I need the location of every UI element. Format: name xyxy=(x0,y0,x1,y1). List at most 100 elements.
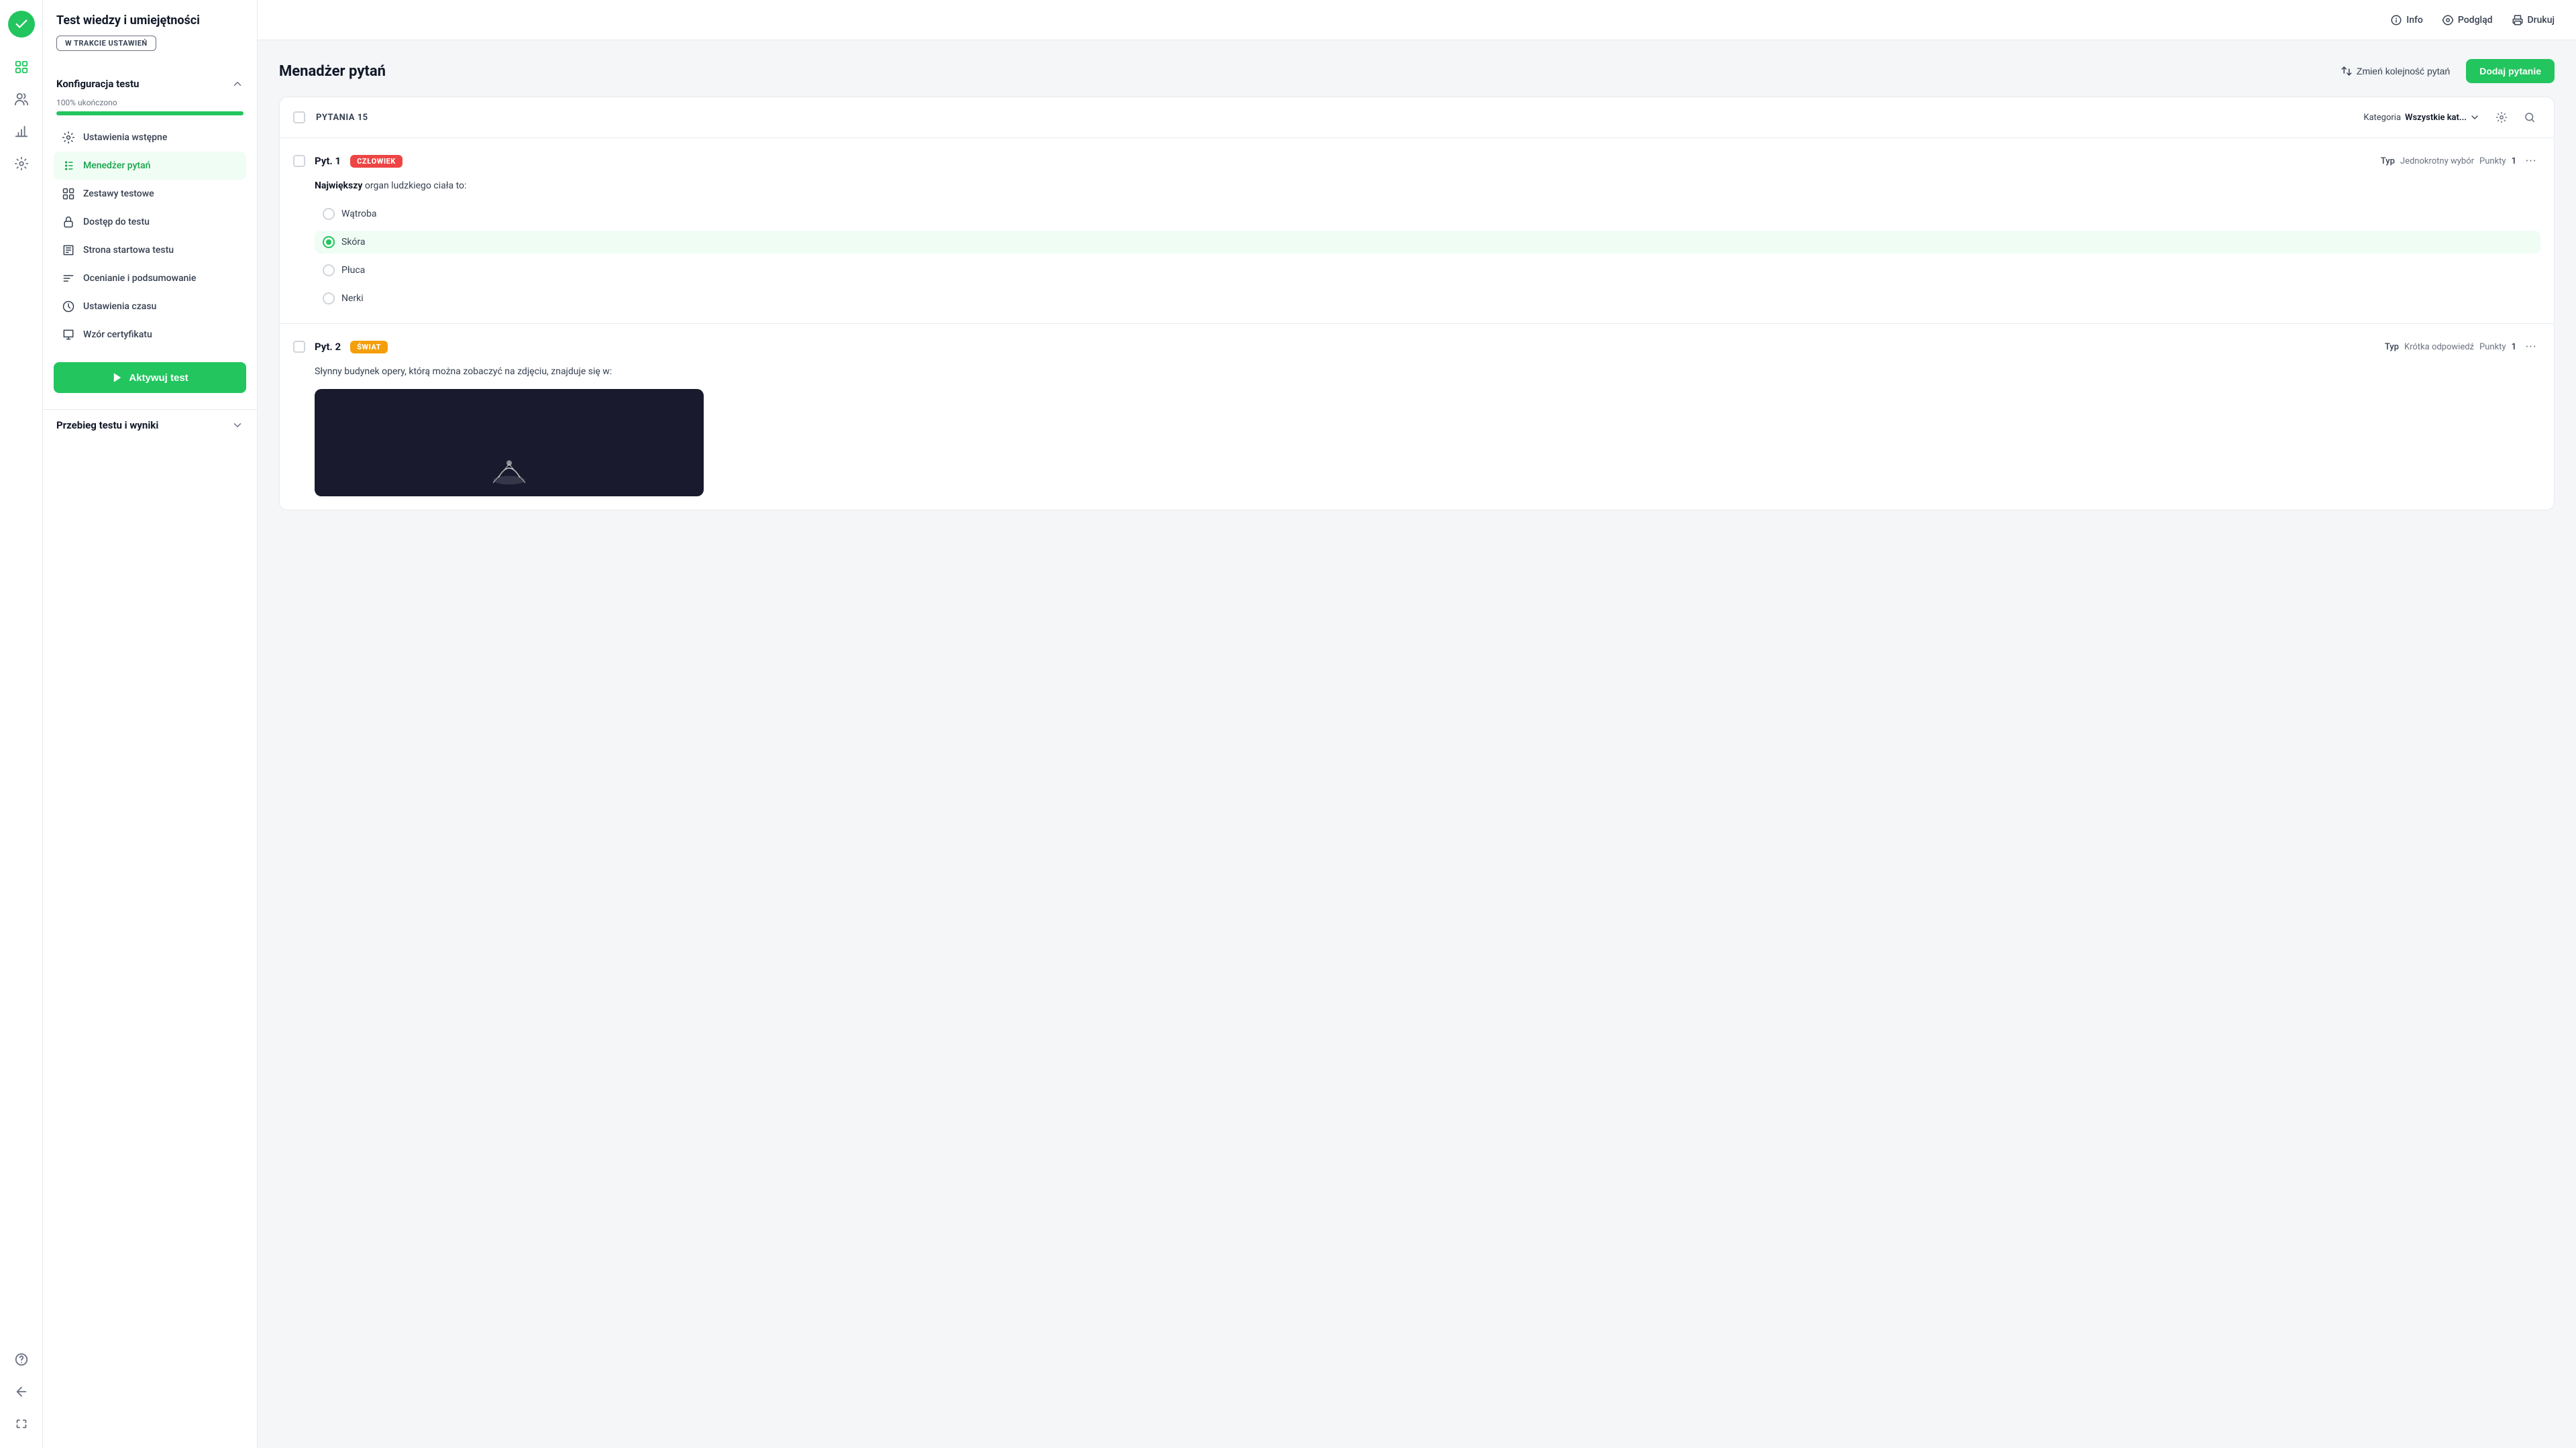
preview-icon xyxy=(2442,14,2454,26)
question-manager-title: Menadżer pytań xyxy=(279,63,386,80)
nav-label-strona-startowa: Strona startowa testu xyxy=(83,245,174,256)
results-section-title: Przebieg testu i wyniki xyxy=(56,419,158,431)
question-points-label-2: Punkty xyxy=(2479,342,2506,352)
help-icon[interactable] xyxy=(8,1346,35,1373)
results-section: Przebieg testu i wyniki xyxy=(43,409,257,441)
chevron-up-icon xyxy=(231,78,244,90)
preview-action[interactable]: Podgląd xyxy=(2442,14,2493,26)
sidebar-item-certyfikat[interactable]: Wzór certyfikatu xyxy=(54,321,246,349)
progress-bar-fill xyxy=(56,111,244,115)
questions-count-label: PYTANIA 15 xyxy=(316,113,2353,123)
question-header-2: Pyt. 2 ŚWIAT Typ Krótka odpowiedź Punkty… xyxy=(293,337,2540,356)
questions-panel: PYTANIA 15 Kategoria Wszystkie kat... xyxy=(279,97,2555,510)
answer-text-1-1: Wątroba xyxy=(341,209,376,219)
sidebar-item-strona-startowa[interactable]: Strona startowa testu xyxy=(54,236,246,264)
chevron-down-icon xyxy=(231,419,244,431)
answer-radio-1-2[interactable] xyxy=(323,236,335,248)
question-points-value-2: 1 xyxy=(2512,342,2516,352)
category-label: Kategoria xyxy=(2363,113,2401,123)
nav-label-menedzer-pytan: Menedżer pytań xyxy=(83,160,150,171)
gear-icon xyxy=(2496,111,2508,123)
question-card-2: Pyt. 2 ŚWIAT Typ Krótka odpowiedź Punkty… xyxy=(280,324,2554,509)
expand-icon[interactable] xyxy=(8,1410,35,1437)
answer-text-1-2: Skóra xyxy=(341,237,365,247)
rail-bottom xyxy=(8,1346,35,1437)
filter-search-button[interactable] xyxy=(2519,107,2540,128)
sidebar-item-ocenianie[interactable]: Ocenianie i podsumowanie xyxy=(54,264,246,292)
sidebar-item-zestawy-testowe[interactable]: Zestawy testowe xyxy=(54,180,246,208)
content-area: Menadżer pytań Zmień kolejność pytań Dod… xyxy=(258,40,2576,1448)
print-icon xyxy=(2512,14,2524,26)
question-card-1: Pyt. 1 CZŁOWIEK Typ Jednokrotny wybór Pu… xyxy=(280,138,2554,324)
category-chevron-icon xyxy=(2469,112,2480,123)
answer-radio-1-4[interactable] xyxy=(323,292,335,304)
question-tag-1: CZŁOWIEK xyxy=(350,155,402,168)
answer-radio-1-3[interactable] xyxy=(323,264,335,276)
sidebar-item-menedzer-pytan[interactable]: Menedżer pytań xyxy=(54,152,246,180)
nav-label-czas: Ustawienia czasu xyxy=(83,301,156,312)
answer-text-1-4: Nerki xyxy=(341,293,364,304)
add-question-button[interactable]: Dodaj pytanie xyxy=(2466,59,2555,83)
category-select[interactable]: Wszystkie kat... xyxy=(2405,112,2480,123)
users-icon[interactable] xyxy=(8,86,35,113)
menedzer-icon xyxy=(62,159,75,172)
answer-radio-1-1[interactable] xyxy=(323,208,335,220)
activate-test-button[interactable]: Aktywuj test xyxy=(54,362,246,393)
sort-questions-button[interactable]: Zmień kolejność pytań xyxy=(2332,60,2458,82)
question-number-2: Pyt. 2 xyxy=(315,341,341,353)
analytics-icon[interactable] xyxy=(8,118,35,145)
config-section-header[interactable]: Konfiguracja testu xyxy=(54,70,246,98)
progress-bar-bg xyxy=(56,111,244,115)
question-manager-header: Menadżer pytań Zmień kolejność pytań Dod… xyxy=(279,59,2555,83)
answer-item-1-3[interactable]: Płuca xyxy=(315,259,2540,282)
nav-label-dostep: Dostęp do testu xyxy=(83,217,150,227)
question-more-button-1[interactable]: ··· xyxy=(2522,152,2540,170)
topbar: Info Podgląd Drukuj xyxy=(258,0,2576,40)
sidebar-header: Test wiedzy i umiejętności W TRAKCIE UST… xyxy=(43,0,257,70)
question-type-label-1: Typ xyxy=(2381,156,2395,166)
play-icon xyxy=(111,372,123,384)
czas-icon xyxy=(62,300,75,313)
question-more-button-2[interactable]: ··· xyxy=(2522,337,2540,356)
dashboard-icon[interactable] xyxy=(8,54,35,80)
question-checkbox-1[interactable] xyxy=(293,155,305,167)
question-meta-2: Typ Krótka odpowiedź Punkty 1 ··· xyxy=(2385,337,2540,356)
strona-icon xyxy=(62,243,75,257)
answer-item-1-1[interactable]: Wątroba xyxy=(315,203,2540,225)
info-action[interactable]: Info xyxy=(2390,14,2423,26)
question-checkbox-2[interactable] xyxy=(293,341,305,353)
select-all-checkbox[interactable] xyxy=(293,111,305,123)
question-text-1: Największy organ ludzkiego ciała to: xyxy=(293,178,2540,193)
search-icon xyxy=(2524,111,2536,123)
question-type-value-2: Krótka odpowiedź xyxy=(2404,342,2474,352)
question-type-value-1: Jednokrotny wybór xyxy=(2400,156,2474,166)
config-section: Konfiguracja testu 100% ukończono Ustawi… xyxy=(43,70,257,349)
bird-svg xyxy=(482,443,536,496)
filter-icons xyxy=(2491,107,2540,128)
results-section-header[interactable]: Przebieg testu i wyniki xyxy=(54,410,246,441)
answer-item-1-4[interactable]: Nerki xyxy=(315,287,2540,310)
print-action[interactable]: Drukuj xyxy=(2512,14,2555,26)
sidebar-item-ustawienia-wstepne[interactable]: Ustawienia wstępne xyxy=(54,123,246,152)
ocenianie-icon xyxy=(62,272,75,285)
nav-label-zestawy-testowe: Zestawy testowe xyxy=(83,188,154,199)
category-filter: Kategoria Wszystkie kat... xyxy=(2363,112,2480,123)
config-section-title: Konfiguracja testu xyxy=(56,78,139,90)
settings-icon[interactable] xyxy=(8,150,35,177)
nav-label-ustawienia-wstepne: Ustawienia wstępne xyxy=(83,132,167,143)
nav-label-certyfikat: Wzór certyfikatu xyxy=(83,329,152,340)
back-icon[interactable] xyxy=(8,1378,35,1405)
main-area: Info Podgląd Drukuj Menadżer pytań Zmień… xyxy=(258,0,2576,1448)
question-image-2 xyxy=(315,389,704,496)
dostep-icon xyxy=(62,215,75,229)
question-points-label-1: Punkty xyxy=(2479,156,2506,166)
zestawy-icon xyxy=(62,187,75,201)
filter-settings-button[interactable] xyxy=(2491,107,2512,128)
sidebar-item-czas[interactable]: Ustawienia czasu xyxy=(54,292,246,321)
question-points-value-1: 1 xyxy=(2512,156,2516,166)
sidebar: Test wiedzy i umiejętności W TRAKCIE UST… xyxy=(43,0,258,1448)
question-tag-2: ŚWIAT xyxy=(350,341,388,353)
page-title: Test wiedzy i umiejętności xyxy=(56,13,244,27)
answer-item-1-2[interactable]: Skóra xyxy=(315,231,2540,254)
sidebar-item-dostep[interactable]: Dostęp do testu xyxy=(54,208,246,236)
